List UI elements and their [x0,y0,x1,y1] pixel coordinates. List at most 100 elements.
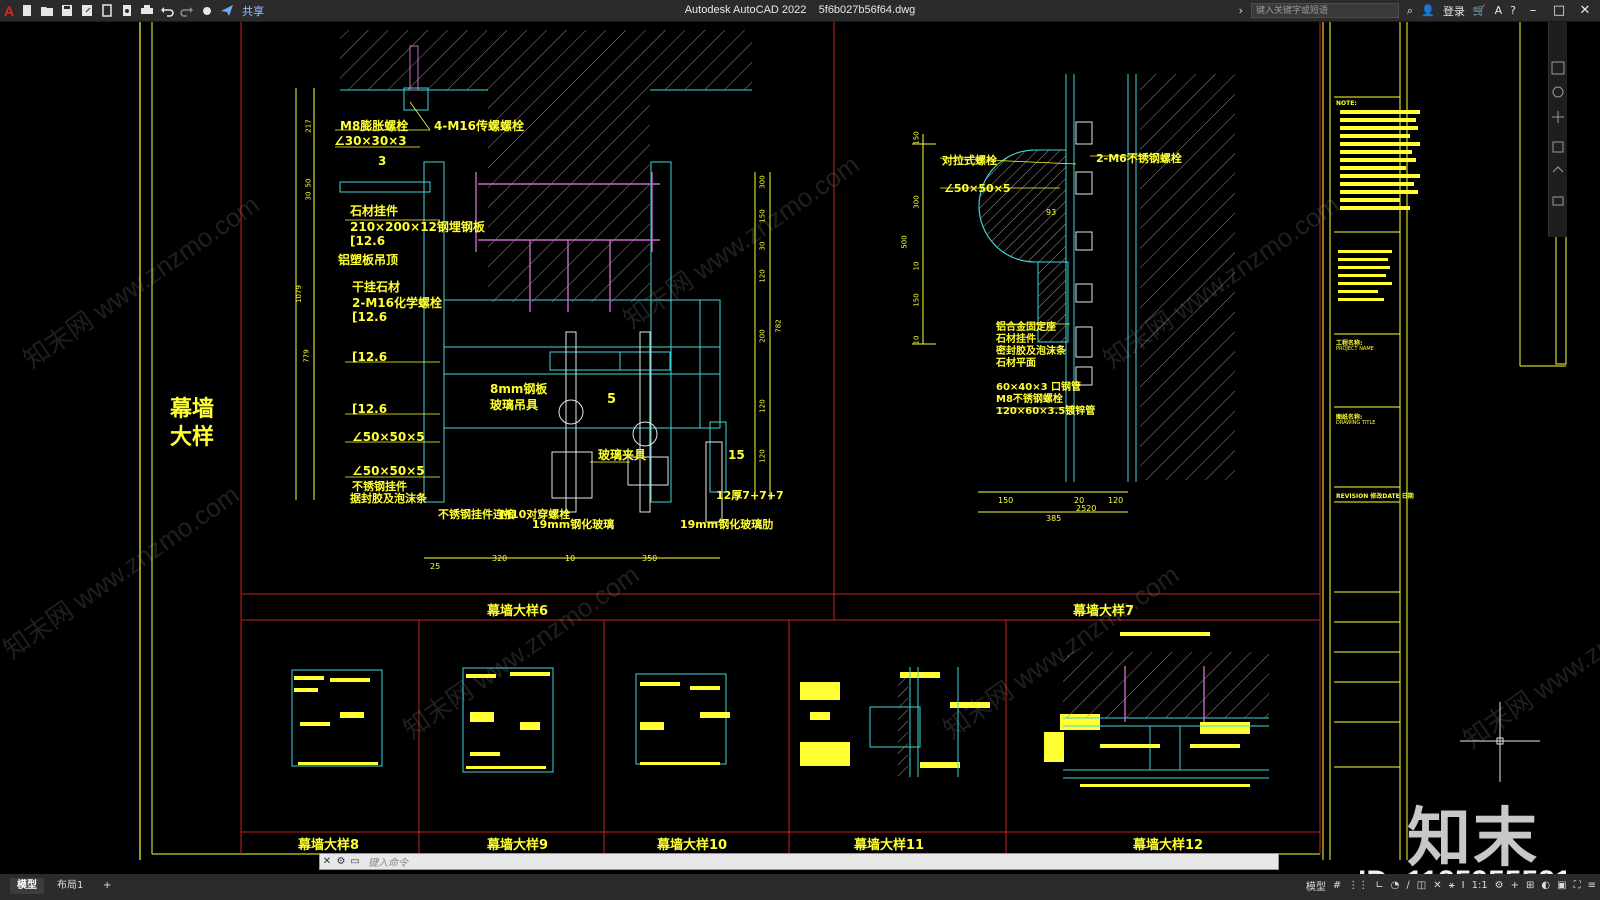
dimension-text: 50 [304,178,313,188]
open-icon[interactable] [40,4,54,17]
dimension-text: 25 [430,562,441,571]
isodraft-icon[interactable]: ∕ [1406,880,1409,891]
login-link[interactable]: 登录 [1443,3,1465,19]
command-line[interactable]: ✕ ⚙ ▭ 键入命令 [319,853,1279,870]
add-layout-icon[interactable]: + [96,878,118,894]
annotation: [12.6 [352,402,388,416]
save-icon[interactable] [60,4,74,17]
drawing-geometry [139,22,1567,860]
annotation-icon[interactable]: ✕ [1433,880,1441,891]
dimension-text: 120 [758,399,767,413]
command-close-icon[interactable]: ✕ [320,856,334,867]
isolate-icon[interactable]: ◐ [1541,880,1550,891]
scale-value[interactable]: 1:1 [1472,880,1488,891]
ortho-icon[interactable]: ∟ [1375,880,1383,891]
annotation-scale-icon[interactable]: Ⅰ [1462,880,1465,891]
settings-icon[interactable]: ⚙ [1495,880,1504,891]
annotation: ∠50×50×5 [352,464,425,478]
undo-icon[interactable] [160,4,174,17]
osnap-icon[interactable]: ◫ [1417,880,1426,891]
dimension-text: 150 [998,496,1014,505]
autodesk-app-icon[interactable]: A [1495,4,1503,17]
polar-icon[interactable]: ◔ [1391,880,1400,891]
dimension-text: 300 [912,195,921,209]
detail-title: 幕墙大样11 [854,838,925,853]
detail-title: 幕墙大样9 [487,838,549,853]
titleblock-revision: REVISION 修改DATE 日期 [1336,493,1414,500]
snap-icon[interactable]: ⋮⋮ [1348,880,1368,891]
dimension-text: 2520 [1076,504,1097,513]
detail-title: 幕墙大样6 [487,604,549,619]
help-icon[interactable]: ? [1510,4,1516,17]
annotation: ∠50×50×5 [944,182,1011,195]
maximize-icon[interactable]: □ [1550,3,1568,18]
annotation: 120×60×3.5镀锌管 [996,406,1096,417]
dimension-text: 320 [492,554,508,563]
sheet-title-line2: 大样 [170,425,215,450]
dimension-text: 779 [302,349,311,363]
plot-preview-icon[interactable] [120,4,134,17]
annotation: ∠30×30×3 [334,134,407,148]
annotation: 210×200×12钢埋钢板 [350,220,485,234]
autocad-logo-icon[interactable]: A [4,3,14,19]
dimension-text: 120 [758,449,767,463]
publish-icon[interactable] [100,4,114,17]
status-tools: 模型 # ⋮⋮ ∟ ◔ ∕ ◫ ✕ ⚹ Ⅰ 1:1 ⚙ + ⊞ ◐ ▣ ⛶ ≡ [1306,878,1596,893]
hardware-icon[interactable]: ▣ [1557,880,1566,891]
minimize-icon[interactable]: – [1524,3,1542,18]
redo-icon[interactable] [180,4,194,17]
cart-icon[interactable]: 🛒 [1473,4,1487,17]
navigation-bar[interactable] [1548,22,1567,237]
print-icon[interactable] [140,4,154,17]
units-icon[interactable]: ⊞ [1526,880,1534,891]
title-bar: A 共享 Autodesk AutoCAD 2022 5f6b027b56f64… [0,0,1600,22]
dimension-text: 150 [758,209,767,223]
drawing-canvas[interactable]: 知末网 www.znzmo.com 知末网 www.znzmo.com 知末网 … [0,22,1600,898]
status-bar: 模型 布局1 + 模型 # ⋮⋮ ∟ ◔ ∕ ◫ ✕ ⚹ Ⅰ 1:1 ⚙ + ⊞… [0,874,1600,900]
annotation: ∠50×50×5 [352,430,425,444]
annotation: 对拉式螺栓 [942,154,997,167]
share-label[interactable]: 共享 [242,3,264,19]
annotation: 3 [378,154,387,168]
tab-model[interactable]: 模型 [10,878,44,894]
help-search-input[interactable]: 键入关键字或短语 [1251,3,1400,18]
saveas-icon[interactable] [80,4,94,17]
search-arrow-icon[interactable]: › [1239,4,1243,17]
annotation: 玻璃吊具 [490,398,539,412]
grid-icon[interactable]: # [1333,880,1341,891]
title-bar-right: › 键入关键字或短语 ⌕ 👤 登录 🛒 A ? – □ ✕ [1239,0,1600,21]
annotation-visibility-icon[interactable]: ⚹ [1449,880,1455,891]
dimension-text: 217 [304,119,313,133]
dimension-text: 93 [1046,208,1057,217]
annotation: 19mm钢化玻璃肋 [680,518,774,531]
dimension-text: 10 [912,335,921,345]
titleblock-note: NOTE: [1336,100,1357,107]
command-customize-icon[interactable]: ⚙ [334,856,348,867]
search-icon[interactable]: ⌕ [1407,4,1413,18]
navigation-icons[interactable] [1549,22,1567,237]
command-history-icon[interactable]: ▭ [348,856,362,867]
titleblock-project-name-en: PROJECT NAME [1336,346,1374,352]
dimension-text: 10 [912,261,921,271]
menu-icon[interactable]: ≡ [1588,880,1596,891]
quick-access-toolbar: A 共享 [0,0,264,21]
fullscreen-icon[interactable]: ⛶ [1574,880,1581,891]
tab-layout1[interactable]: 布局1 [50,878,90,894]
dimension-text: 30 [304,191,313,201]
app-name: Autodesk AutoCAD 2022 [684,4,807,16]
annotation: 15 [728,448,745,462]
workspace-icon[interactable] [200,4,214,17]
user-icon[interactable]: 👤 [1421,4,1435,17]
model-space-toggle[interactable]: 模型 [1306,878,1326,893]
annotation: 2-M6不锈钢螺栓 [1096,152,1182,165]
annotation: 石材平面 [996,358,1036,369]
annotation: 据封胶及泡沫条 [350,492,427,505]
annotation: 8mm钢板 [490,382,548,396]
command-input[interactable]: 键入命令 [368,854,408,869]
new-icon[interactable] [20,4,34,17]
share-icon[interactable] [220,4,234,17]
dimension-text: 200 [758,329,767,343]
annotation: M8膨胀螺栓 [340,119,409,133]
close-icon[interactable]: ✕ [1576,3,1594,18]
plus-icon[interactable]: + [1511,880,1519,891]
